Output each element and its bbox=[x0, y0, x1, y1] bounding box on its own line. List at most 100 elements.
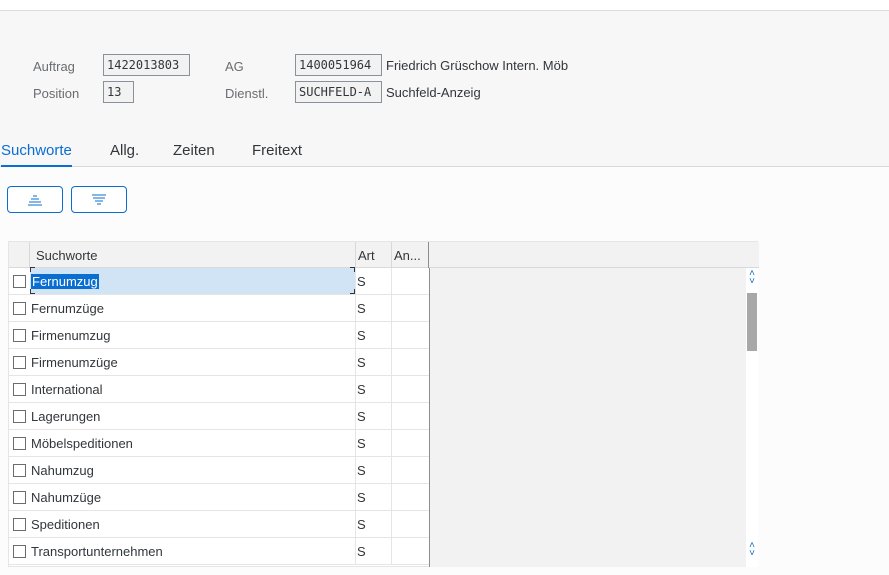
cell-art[interactable]: S bbox=[356, 430, 392, 456]
row-selector[interactable] bbox=[9, 484, 30, 510]
cell-an[interactable] bbox=[392, 511, 429, 537]
ag-description: Friedrich Grüschow Intern. Möb bbox=[386, 58, 569, 73]
row-checkbox[interactable] bbox=[13, 545, 26, 558]
tab-freitext[interactable]: Freitext bbox=[252, 142, 302, 167]
row-selector[interactable] bbox=[9, 268, 30, 294]
row-selector[interactable] bbox=[9, 376, 30, 402]
focus-corner bbox=[350, 289, 355, 294]
sort-ascending-button[interactable] bbox=[7, 186, 63, 213]
cell-an[interactable] bbox=[392, 295, 429, 321]
cell-suchwort[interactable]: Firmenumzug bbox=[30, 322, 356, 348]
column-header-suchworte[interactable]: Suchworte bbox=[30, 242, 356, 268]
position-label: Position bbox=[33, 86, 80, 101]
cell-art[interactable]: S bbox=[356, 349, 392, 375]
table-row[interactable]: Möbelspeditionen S bbox=[9, 430, 429, 457]
row-selector[interactable] bbox=[9, 511, 30, 537]
cell-art[interactable]: S bbox=[356, 403, 392, 429]
cell-an[interactable] bbox=[392, 457, 429, 483]
cell-an[interactable] bbox=[392, 484, 429, 510]
row-checkbox[interactable] bbox=[13, 302, 26, 315]
dienstl-field[interactable]: SUCHFELD-A bbox=[295, 81, 382, 103]
table-row[interactable]: Firmenumzug S bbox=[9, 322, 429, 349]
table-row[interactable]: Nahumzug S bbox=[9, 457, 429, 484]
sort-descending-button[interactable] bbox=[71, 186, 127, 213]
cell-an[interactable] bbox=[392, 349, 429, 375]
row-checkbox[interactable] bbox=[13, 437, 26, 450]
cell-suchwort[interactable]: Nahumzug bbox=[30, 457, 356, 483]
cell-art[interactable]: S bbox=[356, 268, 392, 294]
row-checkbox[interactable] bbox=[13, 410, 26, 423]
row-checkbox[interactable] bbox=[13, 356, 26, 369]
suchwort-text: Firmenumzüge bbox=[31, 355, 118, 370]
tab-suchworte[interactable]: Suchworte bbox=[1, 142, 72, 167]
cell-an[interactable] bbox=[392, 430, 429, 456]
cell-an[interactable] bbox=[392, 403, 429, 429]
ag-field[interactable]: 1400051964 bbox=[295, 54, 382, 76]
table-row[interactable]: Transportunternehmen S bbox=[9, 538, 429, 565]
row-checkbox[interactable] bbox=[13, 383, 26, 396]
row-checkbox[interactable] bbox=[13, 491, 26, 504]
scroll-down-icon[interactable]: ˄ ˅ bbox=[746, 541, 758, 559]
row-checkbox[interactable] bbox=[13, 329, 26, 342]
table-row[interactable]: Speditionen S bbox=[9, 511, 429, 538]
suchwort-text: Nahumzüge bbox=[31, 490, 102, 505]
cell-suchwort[interactable]: International bbox=[30, 376, 356, 402]
row-selector[interactable] bbox=[9, 295, 30, 321]
row-selector[interactable] bbox=[9, 430, 30, 456]
auftrag-field[interactable]: 1422013803 bbox=[103, 54, 190, 76]
cell-suchwort[interactable]: Firmenumzüge bbox=[30, 349, 356, 375]
cell-art[interactable]: S bbox=[356, 538, 392, 564]
cell-suchwort[interactable]: Nahumzüge bbox=[30, 484, 356, 510]
row-selector[interactable] bbox=[9, 457, 30, 483]
cell-art[interactable]: S bbox=[356, 295, 392, 321]
cell-suchwort[interactable]: Möbelspeditionen bbox=[30, 430, 356, 456]
ag-label: AG bbox=[225, 59, 244, 74]
cell-an[interactable] bbox=[392, 376, 429, 402]
cell-art[interactable]: S bbox=[356, 376, 392, 402]
position-field[interactable]: 13 bbox=[103, 81, 134, 103]
row-checkbox[interactable] bbox=[13, 275, 26, 288]
column-header-art[interactable]: Art bbox=[356, 242, 392, 268]
select-all-column[interactable] bbox=[9, 242, 30, 268]
cell-an[interactable] bbox=[392, 538, 429, 564]
cell-suchwort[interactable]: Fernumzug bbox=[30, 267, 356, 294]
table-row[interactable]: Nahumzüge S bbox=[9, 484, 429, 511]
table-header: Suchworte Art An... bbox=[9, 242, 759, 268]
dienstl-description: Suchfeld-Anzeig bbox=[386, 85, 481, 100]
cell-suchwort[interactable]: Speditionen bbox=[30, 511, 356, 537]
table-row[interactable]: Fernumzug S bbox=[9, 267, 429, 295]
row-selector[interactable] bbox=[9, 322, 30, 348]
vertical-scrollbar[interactable]: ˄ ˅ ˄ ˅ bbox=[746, 268, 758, 567]
table-row[interactable]: Fernumzüge S bbox=[9, 295, 429, 322]
row-selector[interactable] bbox=[9, 403, 30, 429]
cell-suchwort[interactable]: Transportunternehmen bbox=[30, 538, 356, 564]
cell-suchwort[interactable]: Fernumzüge bbox=[30, 295, 356, 321]
cell-an[interactable] bbox=[392, 268, 429, 294]
column-header-an[interactable]: An... bbox=[392, 242, 429, 268]
cell-art[interactable]: S bbox=[356, 322, 392, 348]
cell-art[interactable]: S bbox=[356, 511, 392, 537]
row-checkbox[interactable] bbox=[13, 518, 26, 531]
tab-bar: Suchworte Allg. Zeiten Freitext bbox=[0, 140, 889, 167]
tab-allg[interactable]: Allg. bbox=[110, 142, 139, 167]
scroll-up-icon[interactable]: ˄ ˅ bbox=[746, 269, 758, 287]
cell-art[interactable]: S bbox=[356, 457, 392, 483]
row-selector[interactable] bbox=[9, 349, 30, 375]
table-row[interactable]: International S bbox=[9, 376, 429, 403]
focus-corner bbox=[350, 267, 355, 272]
table-row[interactable]: Firmenumzüge S bbox=[9, 349, 429, 376]
row-checkbox[interactable] bbox=[13, 464, 26, 477]
top-bar bbox=[0, 0, 889, 11]
cell-suchwort[interactable]: Lagerungen bbox=[30, 403, 356, 429]
scrollbar-thumb[interactable] bbox=[747, 293, 757, 351]
tab-zeiten[interactable]: Zeiten bbox=[173, 142, 215, 167]
focus-corner bbox=[30, 267, 35, 272]
suchworte-table: Suchworte Art An... Fernumzug S Fernumzüge… bbox=[8, 241, 759, 567]
cell-an[interactable] bbox=[392, 322, 429, 348]
suchwort-text: Firmenumzug bbox=[31, 328, 111, 343]
suchwort-text: Transportunternehmen bbox=[31, 544, 163, 559]
table-row[interactable]: Lagerungen S bbox=[9, 403, 429, 430]
sort-ascending-icon bbox=[28, 195, 42, 205]
row-selector[interactable] bbox=[9, 538, 30, 564]
cell-art[interactable]: S bbox=[356, 484, 392, 510]
